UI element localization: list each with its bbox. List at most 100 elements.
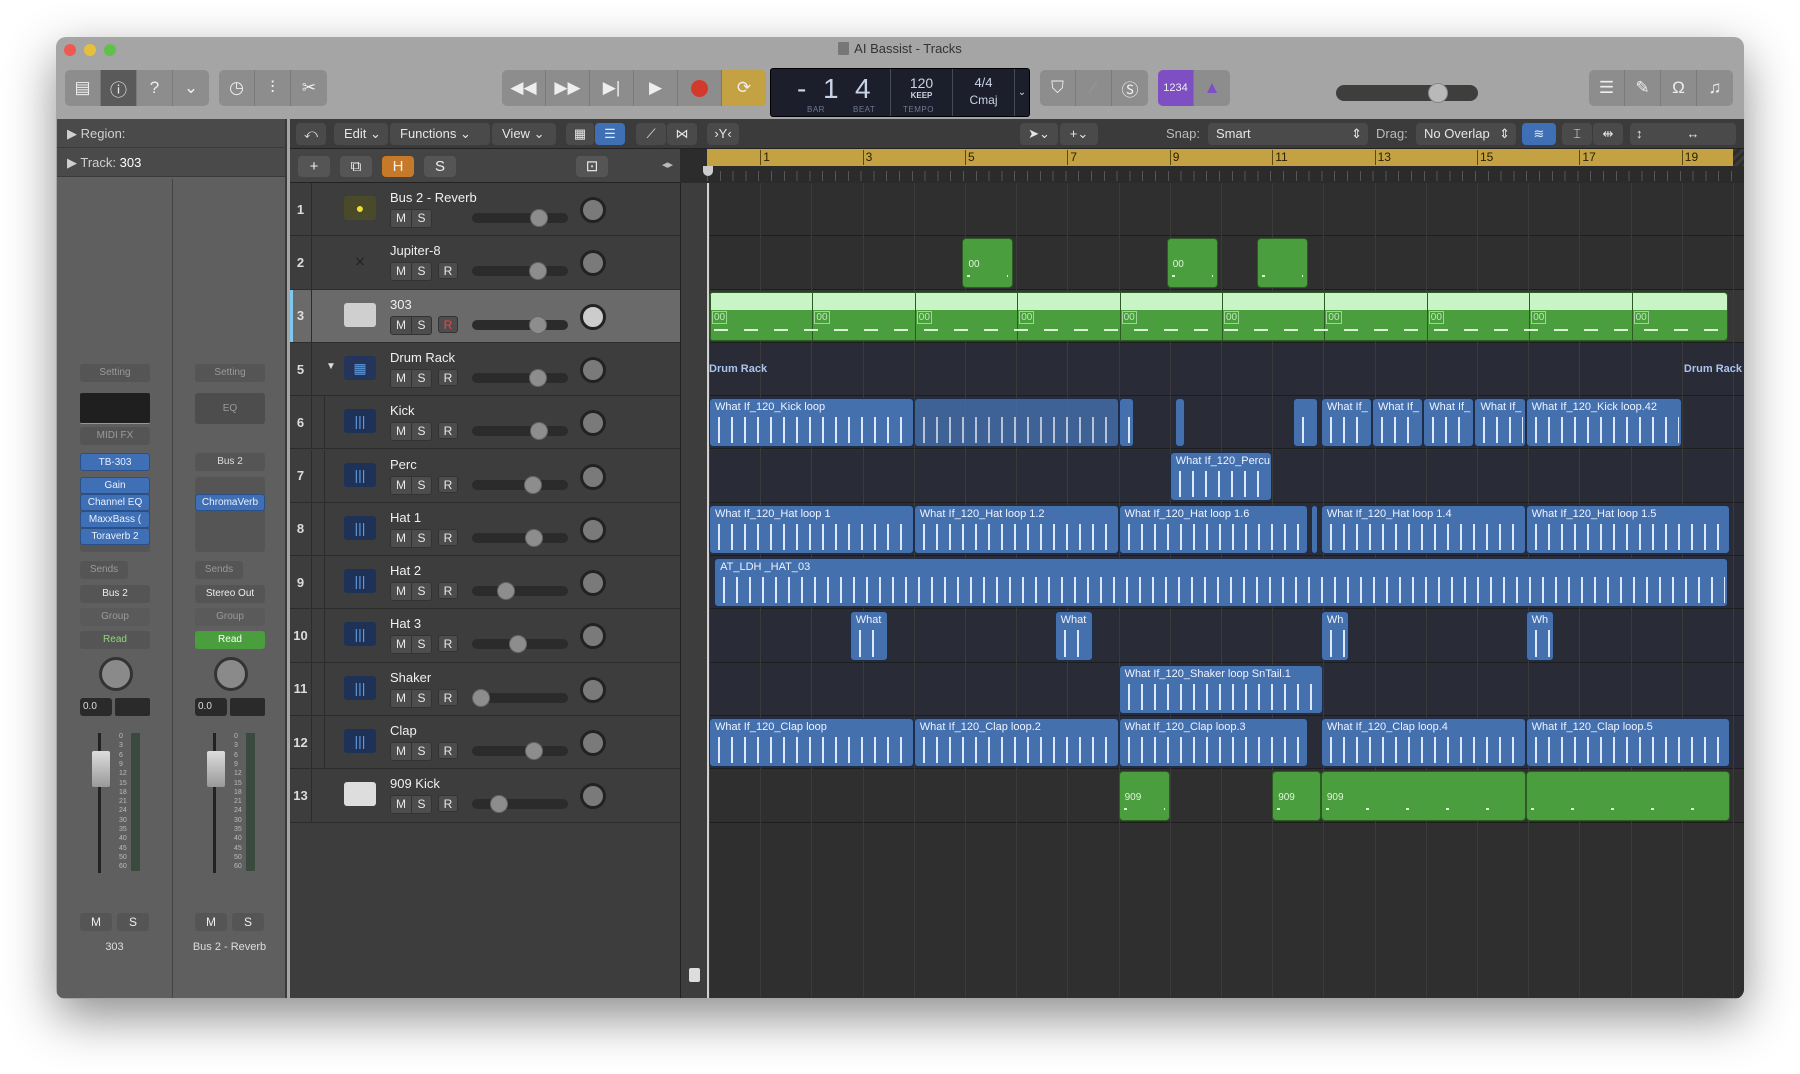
track-header[interactable]: 9 ||| Hat 2MSR [290,556,680,610]
audio-region[interactable]: What If_120_Percu [1169,451,1273,501]
tuner-icon[interactable]: ⁄ [1076,70,1112,106]
mute-button[interactable]: M [391,636,411,653]
volume-knob[interactable] [508,635,527,654]
setting-button[interactable]: Setting [195,364,265,382]
waveform-zoom-icon[interactable]: ≋ [1522,123,1556,145]
audio-region[interactable]: What If_120_Hat loop 1.4 [1320,504,1526,555]
pan-knob[interactable] [580,516,606,543]
cycle-icon[interactable]: ⟳ [722,70,766,106]
track-header[interactable]: 7 ||| Perc M S R [290,449,680,503]
strip-mute-button[interactable]: M [195,913,227,931]
track-header[interactable]: 11 ||| Shaker M S R [290,662,680,716]
solo-button[interactable]: S [411,583,431,601]
mute-button[interactable]: M [391,263,411,280]
midi-region[interactable]: 909 [1118,771,1170,821]
track-view-icon[interactable]: ⊡ [576,156,608,177]
audio-region[interactable]: What If_ [1372,398,1424,448]
tracks-view-icon[interactable]: ☰ [595,123,625,145]
pan-knob[interactable] [580,250,606,277]
audio-region[interactable]: What If_120_Hat loop 1 [709,504,914,555]
time-signature[interactable]: 4/4 [953,75,1014,90]
audio-region[interactable]: What If_120_Hat loop 1.5 [1525,504,1731,555]
solo-button[interactable]: S [411,369,431,387]
volume-knob[interactable] [524,475,543,494]
volume-knob[interactable] [529,209,548,227]
library-icon[interactable]: ▤ [65,70,101,106]
pan-knob[interactable] [214,657,248,691]
midi-region[interactable]: 909 [1320,771,1526,821]
mute-button[interactable]: M [391,530,411,547]
volume-knob[interactable] [525,742,544,760]
back-icon[interactable]: ⤺ [296,123,326,145]
automation-mode[interactable]: Read [80,631,150,649]
solo-button[interactable]: S [411,689,431,707]
volume-slider[interactable] [472,475,568,494]
flex-icon[interactable]: ⋈ [667,123,697,145]
sends-button[interactable]: Sends [195,561,243,579]
output-button[interactable]: Stereo Out [195,585,265,603]
vertical-fit-icon[interactable]: ⌶ [1562,123,1592,145]
eq-thumbnail[interactable]: EQ [195,393,265,424]
audio-region[interactable]: Wh [1320,611,1349,661]
volume-fader[interactable] [84,733,124,873]
audio-region[interactable]: What If_120_Hat loop 1.6 [1118,504,1309,555]
pan-knob[interactable] [580,676,606,703]
pan-knob[interactable] [580,463,606,490]
audio-region[interactable]: What If_120_Clap loop.2 [913,718,1119,768]
volume-slider[interactable] [472,528,568,547]
audio-region[interactable]: What If_120_Clap loop [709,718,914,768]
toolbar-icon[interactable]: ⌄ [173,70,209,106]
volume-knob[interactable] [528,262,547,281]
key-signature[interactable]: Cmaj [953,93,1014,107]
pan-knob[interactable] [580,197,606,223]
lcd-display[interactable]: - 1 4 BAR BEAT 120 KEEP TEMPO 4/4 Cmaj ⌄ [770,68,1030,117]
audio-region[interactable] [913,398,1119,448]
audio-region[interactable]: What If_120_Shaker loop SnTail.1 [1118,664,1324,714]
volume-slider[interactable] [472,422,568,441]
edit-menu[interactable]: Edit ⌄ [334,123,388,145]
mute-button[interactable]: M [391,583,411,600]
duplicate-track-button[interactable]: ⧉ [340,156,372,177]
mixer-icon[interactable]: ⫶ [255,70,291,106]
audio-region[interactable]: What If_120_Clap loop.5 [1525,718,1731,768]
pan-knob[interactable] [580,410,606,437]
midi-region[interactable] [1257,238,1309,288]
mute-button[interactable]: M [391,690,411,707]
solo-button[interactable]: S [411,423,431,441]
plugin-slot[interactable]: ChromaVerb [195,494,265,511]
quick-help-icon[interactable]: ? [137,70,173,106]
instrument-slot[interactable]: TB-303 [80,453,150,471]
smart-controls-icon[interactable]: ◷ [219,70,255,106]
mute-button[interactable]: M [391,317,411,334]
audio-region[interactable]: What If_120_Kick loop [709,398,914,448]
volume-slider[interactable] [472,795,568,814]
play-icon[interactable]: ▶ [634,70,678,106]
solo-button[interactable]: S [411,476,431,494]
metronome-icon[interactable]: ▲ [1194,70,1230,106]
midi-region[interactable] [1525,771,1731,821]
volume-slider[interactable] [472,315,568,334]
close-button[interactable] [64,44,76,56]
volume-slider[interactable] [472,688,568,707]
mute-button[interactable]: M [391,477,411,494]
view-menu[interactable]: View ⌄ [492,123,556,145]
plugin-slot[interactable]: Gain [80,477,150,494]
midi-region[interactable]: 909 [1272,771,1321,821]
scroll-thumb[interactable] [689,968,700,982]
note-pad-icon[interactable]: ✎ [1625,70,1661,106]
audio-region[interactable] [1118,398,1134,448]
resize-handle-icon[interactable]: ◂▸ [662,158,673,171]
setting-button[interactable]: Setting [80,364,150,382]
pencil-tool[interactable]: +⌄ [1060,123,1098,145]
track-header[interactable]: 3 303 M S R [290,289,680,343]
track-header[interactable]: 2 ⨯ Jupiter-8 M S R [290,236,680,290]
track-inspector-header[interactable]: ▶ Track: 303 [57,148,285,177]
volume-knob[interactable] [489,795,508,814]
zoom-sliders[interactable]: ↕ ↔ [1630,123,1736,145]
volume-slider[interactable] [472,635,568,654]
fast-forward-icon[interactable]: ▶▶ [546,70,590,106]
hide-button[interactable]: H [382,156,414,177]
volume-slider[interactable] [472,368,568,387]
track-header[interactable]: 12 ||| Clap M S R [290,716,680,770]
pan-knob[interactable] [580,783,606,810]
